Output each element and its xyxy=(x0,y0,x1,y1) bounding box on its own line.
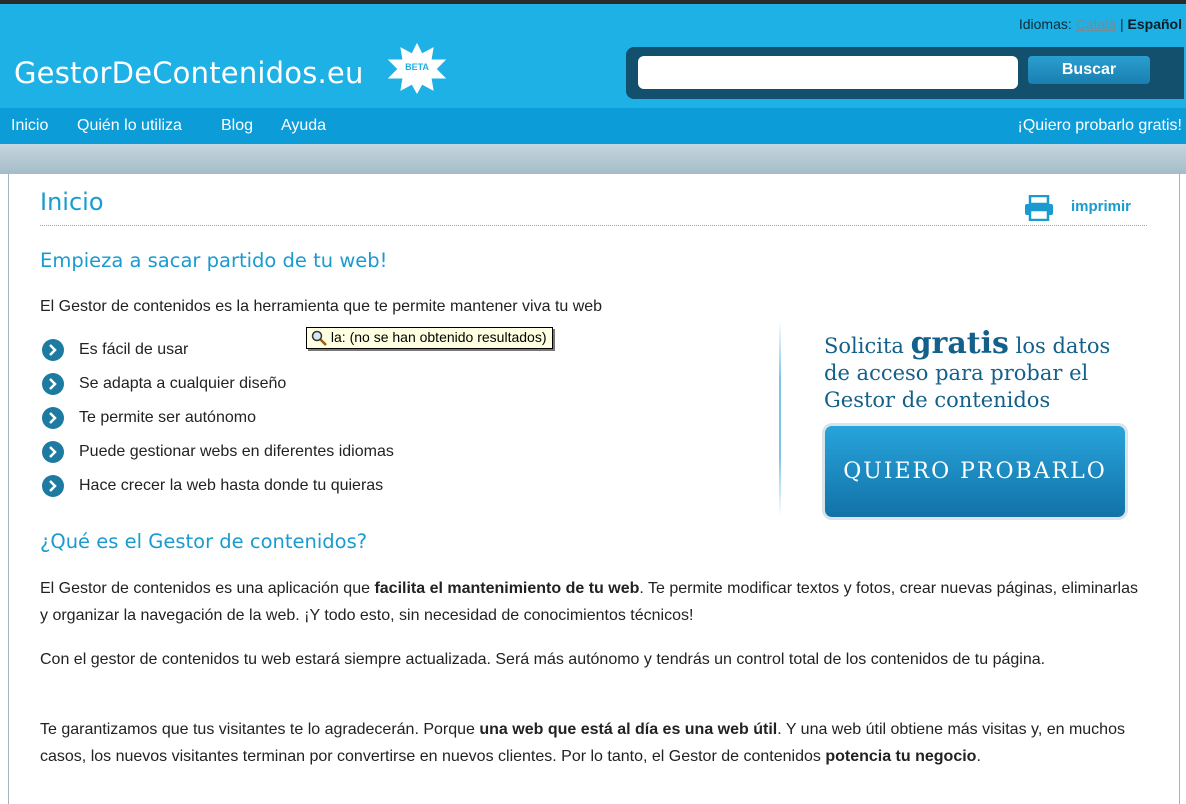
promo-divider xyxy=(779,320,781,516)
try-it-button[interactable]: QUIERO PROBARLO xyxy=(822,423,1128,520)
arrow-bullet-icon xyxy=(42,339,64,361)
printer-icon[interactable] xyxy=(1023,195,1055,221)
arrow-bullet-icon xyxy=(42,475,64,497)
search-form: Buscar xyxy=(626,47,1184,99)
lang-separator: | xyxy=(1120,16,1124,32)
nav-item-quien-lo-utiliza[interactable]: Quién lo utiliza xyxy=(77,117,182,135)
list-item-label: Hace crecer la web hasta donde tu quiera… xyxy=(79,477,384,494)
header-shadow-band xyxy=(0,144,1186,174)
languages-label: Idiomas: xyxy=(1018,16,1072,32)
section-heading-start: Empieza a sacar partido de tu web! xyxy=(40,249,388,272)
tooltip-text: la: (no se han obtenido resultados) xyxy=(330,329,547,345)
arrow-bullet-icon xyxy=(42,373,64,395)
paragraph-3: Te garantizamos que tus visitantes te lo… xyxy=(40,721,1125,765)
list-item-label: Te permite ser autónomo xyxy=(79,409,256,426)
site-header: Idiomas: Català | Español GestorDeConten… xyxy=(0,4,1186,108)
title-divider xyxy=(40,225,1147,226)
beta-label: BETA xyxy=(405,62,429,72)
nav-item-blog[interactable]: Blog xyxy=(221,117,253,135)
page-title: Inicio xyxy=(40,188,104,216)
promo-text: Solicita gratis los datos de acceso para… xyxy=(824,326,1154,414)
promo-free-word: gratis xyxy=(910,326,1009,361)
search-input[interactable] xyxy=(638,56,1018,89)
intro-text: El Gestor de contenidos es la herramient… xyxy=(40,298,603,315)
search-button[interactable]: Buscar xyxy=(1028,56,1150,84)
nav-item-ayuda[interactable]: Ayuda xyxy=(281,117,326,135)
lang-catala-link[interactable]: Català xyxy=(1076,16,1116,32)
section-heading-what-is: ¿Qué es el Gestor de contenidos? xyxy=(40,530,368,553)
list-item-label: Es fácil de usar xyxy=(79,341,189,358)
lang-espanol: Español xyxy=(1127,16,1182,32)
list-item-label: Puede gestionar webs en diferentes idiom… xyxy=(79,443,394,460)
magnifier-icon xyxy=(311,331,327,347)
arrow-bullet-icon xyxy=(42,441,64,463)
site-logo[interactable]: GestorDeContenidos.eu xyxy=(14,56,364,90)
nav-cta-try-free[interactable]: ¡Quiero probarlo gratis! xyxy=(1017,117,1182,135)
nav-item-inicio[interactable]: Inicio xyxy=(11,117,48,135)
promo-line-2: de acceso para probar el xyxy=(824,361,1089,385)
language-selector: Idiomas: Català | Español xyxy=(1019,16,1182,32)
promo-line-1: Solicita gratis los datos xyxy=(824,326,1111,361)
main-nav: Inicio Quién lo utiliza Blog Ayuda ¡Quie… xyxy=(0,108,1186,144)
paragraph-1: El Gestor de contenidos es una aplicació… xyxy=(40,580,1138,624)
promo-line-3: Gestor de contenidos xyxy=(824,388,1051,412)
arrow-bullet-icon xyxy=(42,407,64,429)
beta-badge: BETA xyxy=(385,42,449,95)
lookup-tooltip: la: (no se han obtenido resultados) xyxy=(306,327,554,349)
print-link[interactable]: imprimir xyxy=(1071,198,1131,215)
paragraph-2: Con el gestor de contenidos tu web estar… xyxy=(40,651,1046,668)
list-item-label: Se adapta a cualquier diseño xyxy=(79,375,287,392)
